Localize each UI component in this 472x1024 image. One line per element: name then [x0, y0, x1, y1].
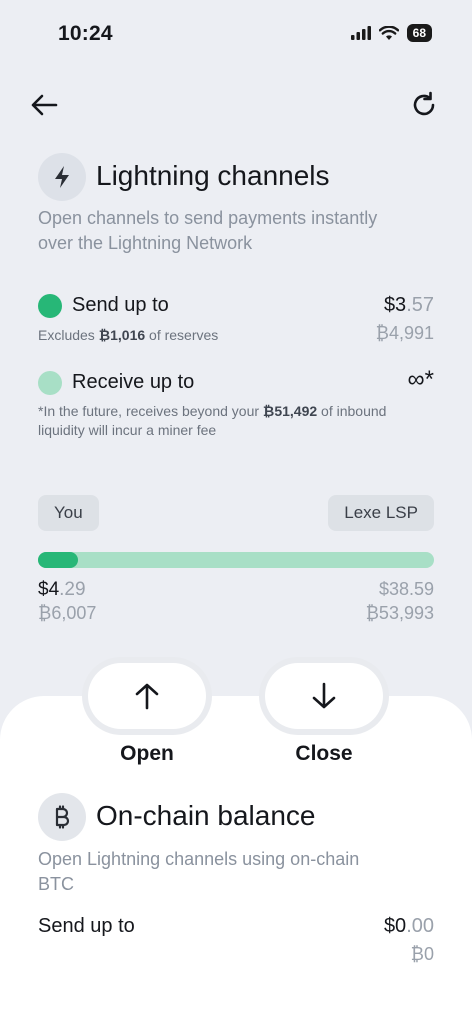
- you-chip: You: [38, 495, 99, 531]
- battery-indicator: 68: [406, 24, 432, 42]
- onchain-fiat-whole: $0: [383, 915, 407, 937]
- arrow-down-icon: [312, 682, 336, 709]
- you-fiat-fraction: .29: [59, 579, 86, 600]
- lightning-title: Lightning channels: [96, 160, 330, 191]
- arrow-up-icon: [135, 683, 159, 710]
- lightning-bolt-icon: [55, 166, 69, 188]
- receive-label: Receive up to: [72, 371, 195, 393]
- send-reserves-note: Excludes ₿1,016 of reserves: [38, 326, 218, 345]
- you-sats-amount: ₿6,007: [38, 603, 97, 623]
- reserves-amount: ₿1,016: [98, 327, 146, 343]
- lightning-subtitle: Open channels to send payments instantly…: [38, 206, 377, 256]
- lightning-subtitle-line2: over the Lightning Network: [38, 233, 253, 253]
- you-fiat-amount: $4.29: [38, 579, 86, 601]
- refresh-button[interactable]: [404, 85, 444, 125]
- send-fiat-amount: $3.57: [384, 294, 434, 317]
- arrow-left-icon: [31, 94, 58, 116]
- back-button[interactable]: [24, 85, 64, 125]
- onchain-send-label: Send up to: [38, 915, 135, 937]
- send-indicator-dot: [38, 294, 62, 318]
- onchain-subtitle-line1: Open Lightning channels using on-chain: [38, 849, 360, 869]
- send-fiat-whole: $3: [383, 294, 407, 316]
- lightning-subtitle-line1: Open channels to send payments instantly: [38, 208, 378, 228]
- lsp-chip: Lexe LSP: [328, 495, 434, 531]
- onchain-sats-amount: ₿0: [410, 944, 434, 964]
- inbound-liquidity-amount: ₿51,492: [262, 403, 318, 419]
- bitcoin-icon: [55, 805, 70, 829]
- open-button-ring: [82, 657, 212, 735]
- onchain-subtitle: Open Lightning channels using on-chain B…: [38, 847, 359, 897]
- reserves-note-prefix: Excludes: [38, 327, 99, 343]
- open-label[interactable]: Open: [82, 742, 212, 766]
- onchain-fiat-fraction: .00: [406, 915, 434, 937]
- receive-fee-note: *In the future, receives beyond your ₿51…: [38, 402, 438, 440]
- onchain-title: On-chain balance: [96, 800, 316, 831]
- channel-balance-bar: [38, 552, 434, 568]
- receive-note-suffix: of inbound: [317, 403, 387, 419]
- status-time: 10:24: [58, 22, 113, 45]
- onchain-section-icon: [38, 793, 86, 841]
- you-fiat-whole: $4: [38, 579, 60, 600]
- lightning-section-icon: [38, 153, 86, 201]
- close-label[interactable]: Close: [259, 742, 389, 766]
- onchain-subtitle-line2: BTC: [38, 874, 74, 894]
- lsp-sats-amount: ₿53,993: [365, 603, 434, 623]
- close-channel-button[interactable]: [265, 663, 383, 729]
- send-fiat-fraction: .57: [406, 294, 434, 316]
- channel-balance-fill: [38, 552, 78, 568]
- receive-infinite-value: ∞*: [407, 366, 434, 393]
- close-button-ring: [259, 657, 389, 735]
- refresh-icon: [413, 91, 435, 116]
- open-channel-button[interactable]: [88, 663, 206, 729]
- send-label: Send up to: [72, 294, 169, 316]
- cellular-signal-icon: [350, 26, 371, 40]
- send-sats-amount: ₿4,991: [375, 323, 434, 343]
- wifi-icon: [378, 25, 399, 40]
- receive-note-line2: liquidity will incur a miner fee: [38, 422, 217, 438]
- receive-note-prefix: *In the future, receives beyond your: [38, 403, 263, 419]
- receive-note-line1: *In the future, receives beyond your ₿51…: [38, 402, 438, 421]
- receive-indicator-dot: [38, 371, 62, 395]
- status-icons: 68: [350, 24, 432, 42]
- reserves-note-suffix: of reserves: [145, 327, 219, 343]
- lsp-fiat-amount: $38.59: [378, 579, 434, 599]
- onchain-fiat-amount: $0.00: [384, 915, 434, 938]
